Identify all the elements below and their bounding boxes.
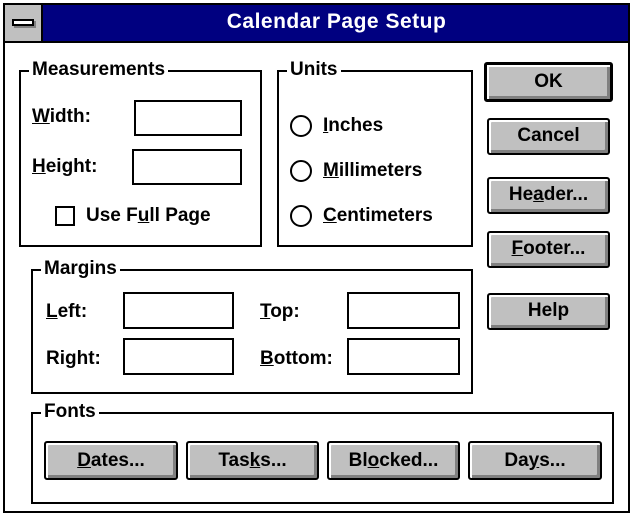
- inches-label[interactable]: Inches: [323, 114, 383, 138]
- inches-radio[interactable]: [290, 115, 312, 137]
- top-margin-label: Top:: [260, 301, 300, 322]
- tasks-font-button[interactable]: Tasks...: [186, 441, 319, 480]
- centimeters-radio[interactable]: [290, 205, 312, 227]
- calendar-page-setup-dialog: Calendar Page Setup Measurements Width: …: [3, 3, 630, 513]
- system-menu-icon: [12, 19, 34, 26]
- height-input[interactable]: [132, 149, 242, 185]
- dates-font-button[interactable]: Dates...: [44, 441, 178, 480]
- right-margin-input[interactable]: [123, 338, 234, 375]
- measurements-group-label: Measurements: [29, 59, 169, 81]
- height-label: Height:: [32, 156, 98, 177]
- margins-group: Margins: [31, 258, 473, 394]
- margins-group-label: Margins: [41, 258, 120, 280]
- top-margin-input[interactable]: [347, 292, 460, 329]
- footer-button[interactable]: Footer...: [487, 231, 610, 268]
- centimeters-label[interactable]: Centimeters: [323, 204, 433, 228]
- width-label: Width:: [32, 106, 91, 127]
- width-input[interactable]: [134, 100, 242, 136]
- bottom-margin-input[interactable]: [347, 338, 460, 375]
- ok-button[interactable]: OK: [484, 62, 613, 102]
- fonts-group-label: Fonts: [41, 401, 99, 423]
- left-margin-input[interactable]: [123, 292, 234, 329]
- cancel-button[interactable]: Cancel: [487, 118, 610, 155]
- system-menu-button[interactable]: [5, 5, 43, 41]
- millimeters-radio[interactable]: [290, 160, 312, 182]
- millimeters-label[interactable]: Millimeters: [323, 159, 422, 183]
- dialog-title: Calendar Page Setup: [226, 10, 447, 33]
- bottom-margin-label: Bottom:: [260, 348, 333, 369]
- blocked-font-button[interactable]: Blocked...: [327, 441, 460, 480]
- days-font-button[interactable]: Days...: [468, 441, 602, 480]
- left-margin-label: Left:: [46, 301, 88, 322]
- use-full-page-checkbox[interactable]: [55, 206, 75, 226]
- title-bar[interactable]: Calendar Page Setup: [5, 5, 628, 43]
- help-button[interactable]: Help: [487, 293, 610, 330]
- header-button[interactable]: Header...: [487, 177, 610, 214]
- use-full-page-label[interactable]: Use Full Page: [86, 204, 211, 228]
- units-group-label: Units: [287, 59, 341, 81]
- right-margin-label: Right:: [46, 348, 101, 369]
